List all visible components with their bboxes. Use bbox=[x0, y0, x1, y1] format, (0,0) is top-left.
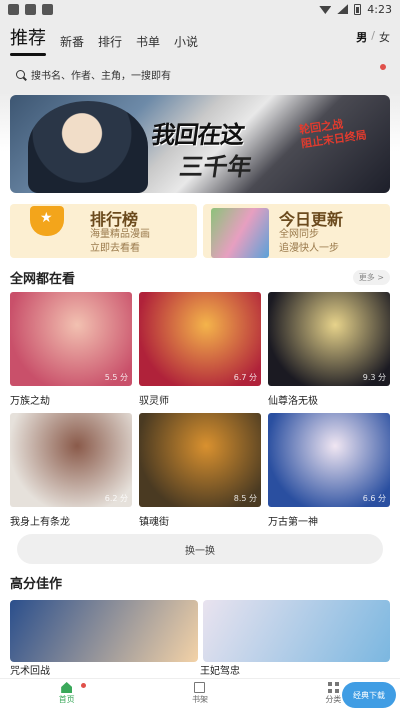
category-tabs: 推荐 新番 排行 书单 小说 bbox=[10, 24, 198, 56]
notification-icons bbox=[8, 3, 53, 15]
comic-cover[interactable]: 5.5 分 bbox=[10, 292, 132, 386]
comic-title[interactable]: 万族之劫 bbox=[10, 392, 132, 407]
comic-title[interactable]: 驭灵师 bbox=[139, 392, 261, 407]
comic-score: 6.2 分 bbox=[104, 494, 128, 503]
tab-recommend[interactable]: 推荐 bbox=[10, 24, 46, 56]
high-score-title[interactable]: 咒术回战 bbox=[10, 662, 200, 677]
notification-icon bbox=[25, 3, 36, 15]
refresh-button[interactable]: 换一换 bbox=[17, 534, 383, 564]
promo-subtitle: 全网同步 追漫快人一步 bbox=[279, 228, 339, 256]
nav-home[interactable]: 首页 bbox=[0, 682, 133, 705]
promo-cards: ★ 排行榜 海量精品漫画 立即去看看 今日更新 全网同步 追漫快人一步 bbox=[10, 204, 390, 258]
comic-card[interactable]: 5.5 分 万族之劫 bbox=[10, 292, 132, 407]
ranking-promo-card[interactable]: ★ 排行榜 海量精品漫画 立即去看看 bbox=[10, 204, 197, 258]
comic-grid: 6.2 分 我身上有条龙 8.5 分 镇魂街 6.6 分 万古第一神 bbox=[10, 413, 390, 528]
top-header: 推荐 新番 排行 书单 小说 男 / 女 bbox=[0, 18, 400, 56]
banner-character-art bbox=[28, 101, 148, 193]
comic-score: 9.3 分 bbox=[362, 373, 386, 382]
status-bar: 4:23 bbox=[0, 0, 400, 18]
comic-title[interactable]: 镇魂街 bbox=[139, 513, 261, 528]
promo-thumbnail bbox=[211, 208, 269, 258]
comic-score: 8.5 分 bbox=[233, 494, 257, 503]
high-score-titles: 咒术回战 王妃驾忠 bbox=[10, 662, 390, 677]
comic-cover[interactable]: 8.5 分 bbox=[139, 413, 261, 507]
section-title-high-score: 高分佳作 bbox=[10, 577, 63, 592]
high-score-cover[interactable] bbox=[202, 600, 390, 662]
promo-title: 排行榜 bbox=[90, 210, 139, 229]
comic-score: 6.6 分 bbox=[362, 494, 386, 503]
more-button[interactable]: 更多 > bbox=[352, 270, 390, 285]
promo-subtitle: 海量精品漫画 立即去看看 bbox=[90, 228, 150, 256]
comic-card[interactable]: 6.7 分 驭灵师 bbox=[139, 292, 261, 407]
high-score-cover[interactable] bbox=[10, 600, 198, 662]
battery-icon bbox=[354, 3, 362, 15]
comic-cover[interactable]: 6.6 分 bbox=[268, 413, 390, 507]
comic-title[interactable]: 仙尊洛无极 bbox=[268, 392, 390, 407]
nav-category-label: 分类 bbox=[325, 695, 342, 704]
bottom-navigation: 首页 书架 分类 bbox=[0, 678, 400, 711]
search-bar[interactable]: 搜书名、作者、主角，一搜即有 bbox=[0, 56, 400, 92]
banner-title: 我回在这 bbox=[149, 121, 246, 149]
comic-card[interactable]: 6.6 分 万古第一神 bbox=[268, 413, 390, 528]
promo-subtitle-line2: 立即去看看 bbox=[90, 243, 140, 254]
promo-title: 今日更新 bbox=[279, 210, 344, 229]
nav-home-label: 首页 bbox=[58, 695, 75, 704]
promo-subtitle-line1: 海量精品漫画 bbox=[90, 229, 150, 240]
comic-cover[interactable]: 6.7 分 bbox=[139, 292, 261, 386]
comic-score: 5.5 分 bbox=[104, 373, 128, 382]
search-placeholder[interactable]: 搜书名、作者、主角，一搜即有 bbox=[31, 67, 171, 82]
banner-slogan: 轮回之战 阻止末日终局 bbox=[298, 115, 367, 152]
section-title-all: 全网都在看 bbox=[10, 272, 76, 287]
notification-icon bbox=[8, 3, 19, 15]
watermark-logo: 经典下载 bbox=[342, 682, 396, 708]
tab-ranking[interactable]: 排行 bbox=[98, 33, 122, 50]
notification-icon bbox=[42, 3, 53, 15]
tab-booklist[interactable]: 书单 bbox=[136, 33, 160, 50]
high-score-title[interactable]: 王妃驾忠 bbox=[200, 662, 390, 677]
banner-title-line2: 三千年 bbox=[177, 153, 254, 181]
comic-grid: 5.5 分 万族之劫 6.7 分 驭灵师 9.3 分 仙尊洛无极 bbox=[10, 292, 390, 407]
comic-score: 6.7 分 bbox=[233, 373, 257, 382]
nav-bookshelf[interactable]: 书架 bbox=[133, 682, 266, 705]
home-icon bbox=[61, 682, 73, 693]
daily-update-promo-card[interactable]: 今日更新 全网同步 追漫快人一步 bbox=[203, 204, 390, 258]
promo-subtitle-line1: 全网同步 bbox=[279, 229, 319, 240]
comic-card[interactable]: 8.5 分 镇魂街 bbox=[139, 413, 261, 528]
gender-separator: / bbox=[371, 29, 375, 42]
high-score-row bbox=[10, 600, 390, 662]
tab-novel[interactable]: 小说 bbox=[174, 33, 198, 50]
tab-new[interactable]: 新番 bbox=[60, 33, 84, 50]
comic-card[interactable]: 6.2 分 我身上有条龙 bbox=[10, 413, 132, 528]
notification-dot bbox=[380, 64, 386, 70]
gender-male[interactable]: 男 bbox=[356, 29, 367, 45]
comic-title[interactable]: 万古第一神 bbox=[268, 513, 390, 528]
nav-bookshelf-label: 书架 bbox=[191, 695, 208, 704]
system-icons: 4:23 bbox=[319, 3, 392, 16]
gender-female[interactable]: 女 bbox=[379, 29, 390, 45]
search-icon bbox=[16, 69, 25, 79]
promo-subtitle-line2: 追漫快人一步 bbox=[279, 243, 339, 254]
star-icon: ★ bbox=[40, 210, 53, 226]
comic-cover[interactable]: 9.3 分 bbox=[268, 292, 390, 386]
comic-card[interactable]: 9.3 分 仙尊洛无极 bbox=[268, 292, 390, 407]
comic-cover[interactable]: 6.2 分 bbox=[10, 413, 132, 507]
comic-title[interactable]: 我身上有条龙 bbox=[10, 513, 132, 528]
gender-toggle: 男 / 女 bbox=[356, 29, 390, 45]
book-icon bbox=[194, 682, 206, 693]
wifi-icon bbox=[319, 6, 332, 14]
notification-dot bbox=[81, 683, 86, 688]
clock: 4:23 bbox=[367, 2, 392, 16]
hero-banner[interactable]: 我回在这 三千年 轮回之战 阻止末日终局 bbox=[10, 95, 390, 193]
signal-icon bbox=[337, 4, 349, 14]
grid-icon bbox=[327, 682, 339, 693]
